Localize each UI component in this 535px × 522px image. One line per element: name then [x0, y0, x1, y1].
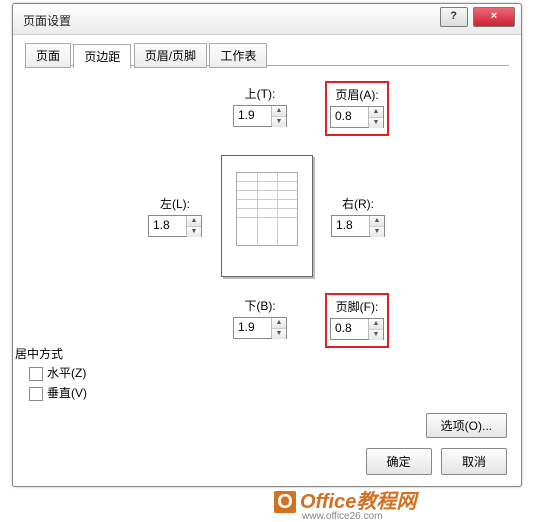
spin-down-icon[interactable]: ▼	[272, 329, 286, 339]
value-bottom: 1.9	[238, 320, 255, 334]
tab-page[interactable]: 页面	[25, 43, 71, 68]
spin-down-icon[interactable]: ▼	[187, 227, 201, 237]
spin-up-icon[interactable]: ▲	[370, 216, 384, 227]
spin-up-icon[interactable]: ▲	[272, 106, 286, 117]
watermark-brand: Office教程网	[300, 491, 416, 513]
dialog-title: 页面设置	[23, 12, 71, 29]
spin-up-icon[interactable]: ▲	[369, 107, 383, 118]
field-bottom: 下(B): 1.9 ▲▼	[233, 297, 287, 342]
watermark-icon: O	[274, 491, 296, 513]
label-top: 上(T):	[233, 85, 287, 102]
label-left: 左(L):	[148, 195, 202, 212]
ok-button[interactable]: 确定	[366, 448, 432, 475]
page-setup-dialog: 页面设置 ? × 页面 页边距 页眉/页脚 工作表 上(T): 1.9 ▲▼ 页…	[12, 3, 522, 487]
value-header: 0.8	[335, 109, 352, 123]
titlebar[interactable]: 页面设置 ? ×	[13, 4, 521, 35]
watermark: OOffice教程网 www.office26.com	[274, 485, 416, 522]
page-preview-grid	[236, 172, 298, 246]
tab-sheet[interactable]: 工作表	[209, 43, 267, 68]
spin-down-icon[interactable]: ▼	[272, 117, 286, 127]
page-preview	[221, 155, 313, 277]
dialog-footer: 确定 取消	[360, 448, 507, 475]
value-top: 1.9	[238, 108, 255, 122]
label-bottom: 下(B):	[233, 297, 287, 314]
label-horizontal: 水平(Z)	[47, 366, 86, 380]
field-right: 右(R): 1.8 ▲▼	[331, 195, 385, 240]
label-right: 右(R):	[331, 195, 385, 212]
value-footer: 0.8	[335, 321, 352, 335]
field-top: 上(T): 1.9 ▲▼	[233, 85, 287, 130]
spinner-left[interactable]: 1.8 ▲▼	[148, 215, 202, 237]
checkbox-vertical[interactable]	[29, 387, 43, 401]
center-section-label: 居中方式	[15, 345, 63, 362]
window-buttons: ? ×	[438, 7, 515, 27]
spinner-bottom[interactable]: 1.9 ▲▼	[233, 317, 287, 339]
center-options: 水平(Z) 垂直(V)	[15, 361, 87, 404]
checkbox-horizontal[interactable]	[29, 367, 43, 381]
tab-headerfooter[interactable]: 页眉/页脚	[134, 43, 207, 68]
spin-up-icon[interactable]: ▲	[369, 319, 383, 330]
tab-strip: 页面 页边距 页眉/页脚 工作表	[25, 43, 509, 66]
spin-up-icon[interactable]: ▲	[187, 216, 201, 227]
field-header-highlight: 页眉(A): 0.8 ▲▼	[325, 81, 389, 136]
spinner-footer[interactable]: 0.8 ▲▼	[330, 318, 384, 340]
cancel-button[interactable]: 取消	[441, 448, 507, 475]
spin-down-icon[interactable]: ▼	[370, 227, 384, 237]
help-button[interactable]: ?	[440, 7, 468, 27]
label-header: 页眉(A):	[330, 86, 384, 103]
options-button[interactable]: 选项(O)...	[426, 413, 507, 438]
field-left: 左(L): 1.8 ▲▼	[148, 195, 202, 240]
label-footer: 页脚(F):	[330, 298, 384, 315]
value-left: 1.8	[153, 218, 170, 232]
checkbox-horizontal-row[interactable]: 水平(Z)	[29, 364, 87, 381]
close-button[interactable]: ×	[473, 7, 515, 27]
label-vertical: 垂直(V)	[47, 386, 87, 400]
spinner-right[interactable]: 1.8 ▲▼	[331, 215, 385, 237]
spinner-top[interactable]: 1.9 ▲▼	[233, 105, 287, 127]
dialog-body: 页面 页边距 页眉/页脚 工作表 上(T): 1.9 ▲▼ 页眉(A): 0.8…	[13, 35, 521, 485]
spin-up-icon[interactable]: ▲	[272, 318, 286, 329]
spinner-header[interactable]: 0.8 ▲▼	[330, 106, 384, 128]
field-footer-highlight: 页脚(F): 0.8 ▲▼	[325, 293, 389, 348]
spin-down-icon[interactable]: ▼	[369, 118, 383, 128]
value-right: 1.8	[336, 218, 353, 232]
checkbox-vertical-row[interactable]: 垂直(V)	[29, 384, 87, 401]
tab-margins[interactable]: 页边距	[73, 44, 131, 69]
spin-down-icon[interactable]: ▼	[369, 330, 383, 340]
